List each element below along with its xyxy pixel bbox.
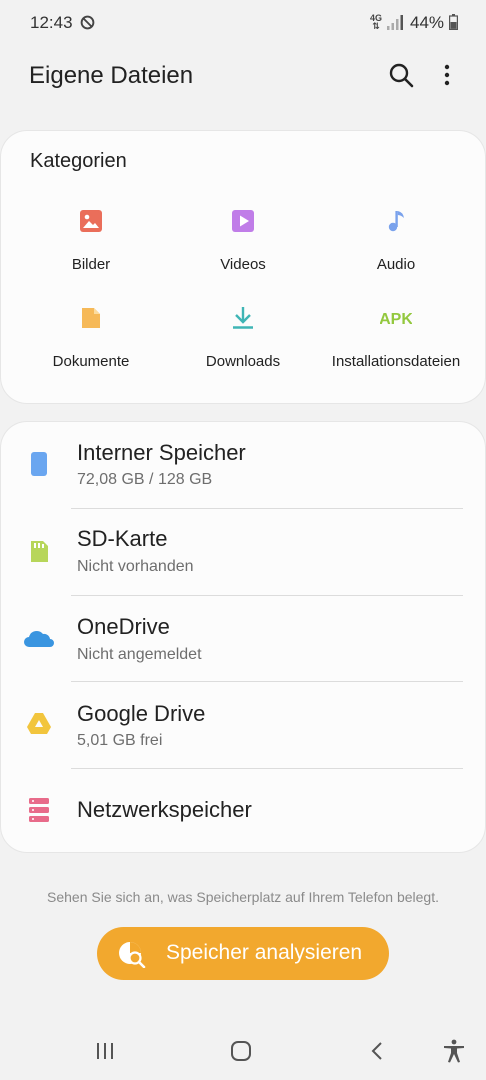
storage-item-sd-card[interactable]: SD-Karte Nicht vorhanden [1,509,485,595]
battery-percent: 44% [410,13,445,32]
storage-card: Interner Speicher 72,08 GB / 128 GB SD-K… [1,422,485,852]
storage-detail: Nicht vorhanden [77,558,194,575]
category-label: Installationsdateien [331,353,461,370]
apk-icon: APK [380,311,412,328]
category-documents[interactable]: Dokumente [11,306,171,386]
images-icon [80,210,102,232]
storage-detail: 5,01 GB frei [77,732,163,749]
categories-header: Kategorien [30,150,127,172]
battery-icon [449,14,458,30]
storage-name: SD-Karte [77,526,168,551]
storage-hint: Sehen Sie sich an, was Speicherplatz auf… [47,889,439,905]
phone-storage-icon [31,452,47,476]
analyze-storage-button[interactable]: Speicher analysieren [97,927,389,980]
network-4g-icon: 4G ⇅ [369,13,382,31]
audio-icon [388,211,404,232]
storage-item-onedrive[interactable]: OneDrive Nicht angemeldet [1,596,485,682]
storage-item-internal[interactable]: Interner Speicher 72,08 GB / 128 GB [1,422,485,508]
downloads-icon [233,307,253,329]
more-options-icon[interactable] [434,60,460,90]
apk-icon-text: APK [380,311,412,328]
page-title: Eigene Dateien [29,62,194,89]
storage-name: OneDrive [77,614,170,639]
status-bar: 12:43 4G ⇅ 44% [0,0,486,48]
storage-detail: Nicht angemeldet [77,646,202,663]
category-images[interactable]: Bilder [11,209,171,289]
network-storage-icon [29,798,49,822]
storage-analysis-icon [119,942,146,968]
storage-item-network[interactable]: Netzwerkspeicher [1,769,485,855]
storage-name: Interner Speicher [77,440,246,465]
storage-name: Netzwerkspeicher [77,797,252,822]
back-icon[interactable] [364,1038,390,1064]
videos-icon [232,210,254,232]
storage-name: Google Drive [77,701,206,726]
category-installation-files[interactable]: APK Installationsdateien [316,306,476,386]
onedrive-icon [24,630,54,647]
categories-card: Kategorien Bilder Videos Audio Dokumente [1,131,485,403]
category-label: Audio [376,256,416,273]
accessibility-icon[interactable] [441,1038,467,1064]
signal-icon [387,15,403,30]
network-type: 4G [369,13,382,23]
category-downloads[interactable]: Downloads [163,306,323,386]
app-bar: Eigene Dateien [0,48,486,104]
home-icon[interactable] [228,1038,254,1064]
status-time: 12:43 [30,13,73,32]
storage-detail: 72,08 GB / 128 GB [77,471,213,488]
storage-item-google-drive[interactable]: Google Drive 5,01 GB frei [1,682,485,768]
sd-card-icon [31,541,48,562]
category-audio[interactable]: Audio [316,209,476,289]
search-icon[interactable] [386,60,416,90]
recent-apps-icon[interactable] [92,1038,118,1064]
category-videos[interactable]: Videos [163,209,323,289]
google-drive-icon [27,713,51,734]
navigation-bar [0,1020,486,1080]
documents-icon [82,308,100,328]
do-not-disturb-icon [80,15,95,30]
analyze-storage-label: Speicher analysieren [166,941,363,964]
